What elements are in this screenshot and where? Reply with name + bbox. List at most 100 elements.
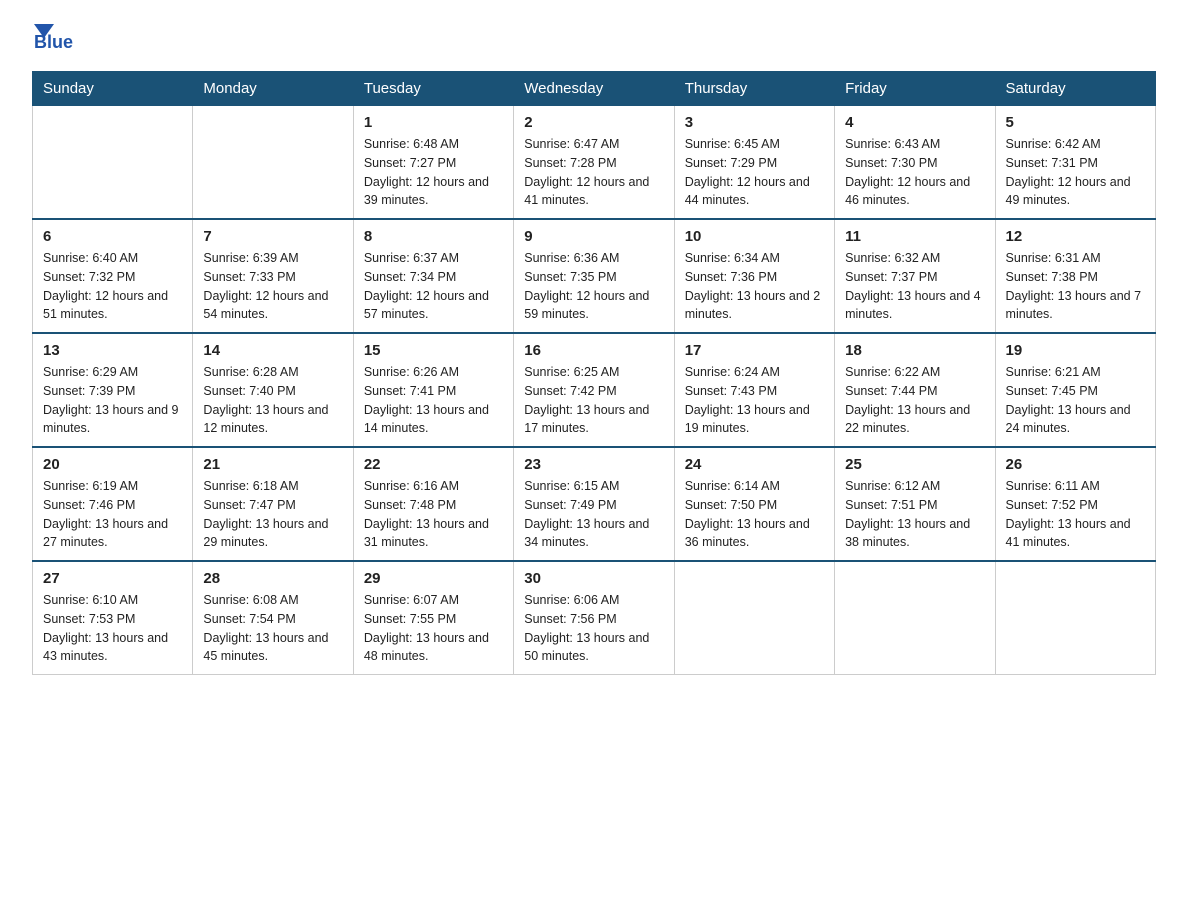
calendar-cell: 6 Sunrise: 6:40 AMSunset: 7:32 PMDaylight…	[33, 219, 193, 333]
calendar-cell: 3 Sunrise: 6:45 AMSunset: 7:29 PMDaylight…	[674, 106, 834, 220]
day-info: Sunrise: 6:31 AMSunset: 7:38 PMDaylight:…	[1006, 249, 1145, 324]
day-info: Sunrise: 6:32 AMSunset: 7:37 PMDaylight:…	[845, 249, 984, 324]
calendar-cell: 23 Sunrise: 6:15 AMSunset: 7:49 PMDayligh…	[514, 447, 674, 561]
day-number: 23	[524, 456, 663, 473]
weekday-header: Friday	[835, 72, 995, 106]
day-info: Sunrise: 6:42 AMSunset: 7:31 PMDaylight:…	[1006, 135, 1145, 210]
calendar-cell: 2 Sunrise: 6:47 AMSunset: 7:28 PMDaylight…	[514, 106, 674, 220]
day-info: Sunrise: 6:14 AMSunset: 7:50 PMDaylight:…	[685, 477, 824, 552]
weekday-header: Sunday	[33, 72, 193, 106]
day-number: 22	[364, 456, 503, 473]
calendar-cell: 7 Sunrise: 6:39 AMSunset: 7:33 PMDaylight…	[193, 219, 353, 333]
calendar-week-row: 20 Sunrise: 6:19 AMSunset: 7:46 PMDayligh…	[33, 447, 1156, 561]
day-number: 9	[524, 228, 663, 245]
day-number: 8	[364, 228, 503, 245]
calendar-cell	[33, 106, 193, 220]
calendar-cell: 16 Sunrise: 6:25 AMSunset: 7:42 PMDayligh…	[514, 333, 674, 447]
weekday-header: Tuesday	[353, 72, 513, 106]
day-info: Sunrise: 6:06 AMSunset: 7:56 PMDaylight:…	[524, 591, 663, 666]
calendar-cell	[674, 561, 834, 675]
day-info: Sunrise: 6:48 AMSunset: 7:27 PMDaylight:…	[364, 135, 503, 210]
calendar-cell: 21Sunrise: 6:18 AMSunset: 7:47 PMDayligh…	[193, 447, 353, 561]
day-info: Sunrise: 6:43 AMSunset: 7:30 PMDaylight:…	[845, 135, 984, 210]
calendar-cell: 12 Sunrise: 6:31 AMSunset: 7:38 PMDayligh…	[995, 219, 1155, 333]
day-number: 12	[1006, 228, 1145, 245]
calendar-cell: 4Sunrise: 6:43 AMSunset: 7:30 PMDaylight…	[835, 106, 995, 220]
calendar-week-row: 27 Sunrise: 6:10 AMSunset: 7:53 PMDayligh…	[33, 561, 1156, 675]
day-info: Sunrise: 6:36 AMSunset: 7:35 PMDaylight:…	[524, 249, 663, 324]
calendar-cell	[193, 106, 353, 220]
calendar-cell	[835, 561, 995, 675]
day-info: Sunrise: 6:16 AMSunset: 7:48 PMDaylight:…	[364, 477, 503, 552]
page-header: Blue	[32, 24, 1156, 53]
calendar-header-row: SundayMondayTuesdayWednesdayThursdayFrid…	[33, 72, 1156, 106]
logo: Blue	[32, 24, 73, 53]
day-number: 2	[524, 114, 663, 131]
calendar-cell: 26 Sunrise: 6:11 AMSunset: 7:52 PMDayligh…	[995, 447, 1155, 561]
weekday-header: Wednesday	[514, 72, 674, 106]
calendar-cell: 17Sunrise: 6:24 AMSunset: 7:43 PMDayligh…	[674, 333, 834, 447]
day-number: 15	[364, 342, 503, 359]
day-info: Sunrise: 6:21 AMSunset: 7:45 PMDaylight:…	[1006, 363, 1145, 438]
day-info: Sunrise: 6:18 AMSunset: 7:47 PMDaylight:…	[203, 477, 342, 552]
day-number: 13	[43, 342, 182, 359]
day-number: 5	[1006, 114, 1145, 131]
day-number: 27	[43, 570, 182, 587]
calendar-week-row: 13 Sunrise: 6:29 AMSunset: 7:39 PMDayligh…	[33, 333, 1156, 447]
weekday-header: Saturday	[995, 72, 1155, 106]
day-info: Sunrise: 6:07 AMSunset: 7:55 PMDaylight:…	[364, 591, 503, 666]
calendar-week-row: 1 Sunrise: 6:48 AMSunset: 7:27 PMDaylight…	[33, 106, 1156, 220]
day-info: Sunrise: 6:08 AMSunset: 7:54 PMDaylight:…	[203, 591, 342, 666]
day-number: 16	[524, 342, 663, 359]
day-info: Sunrise: 6:45 AMSunset: 7:29 PMDaylight:…	[685, 135, 824, 210]
calendar-cell: 10 Sunrise: 6:34 AMSunset: 7:36 PMDayligh…	[674, 219, 834, 333]
day-info: Sunrise: 6:25 AMSunset: 7:42 PMDaylight:…	[524, 363, 663, 438]
calendar-cell: 11 Sunrise: 6:32 AMSunset: 7:37 PMDayligh…	[835, 219, 995, 333]
day-info: Sunrise: 6:12 AMSunset: 7:51 PMDaylight:…	[845, 477, 984, 552]
calendar-cell: 22 Sunrise: 6:16 AMSunset: 7:48 PMDayligh…	[353, 447, 513, 561]
calendar-cell: 30 Sunrise: 6:06 AMSunset: 7:56 PMDayligh…	[514, 561, 674, 675]
day-info: Sunrise: 6:40 AMSunset: 7:32 PMDaylight:…	[43, 249, 182, 324]
day-number: 20	[43, 456, 182, 473]
day-info: Sunrise: 6:39 AMSunset: 7:33 PMDaylight:…	[203, 249, 342, 324]
calendar-week-row: 6 Sunrise: 6:40 AMSunset: 7:32 PMDaylight…	[33, 219, 1156, 333]
day-number: 29	[364, 570, 503, 587]
calendar-cell: 28 Sunrise: 6:08 AMSunset: 7:54 PMDayligh…	[193, 561, 353, 675]
calendar-cell: 15Sunrise: 6:26 AMSunset: 7:41 PMDayligh…	[353, 333, 513, 447]
day-number: 14	[203, 342, 342, 359]
day-info: Sunrise: 6:37 AMSunset: 7:34 PMDaylight:…	[364, 249, 503, 324]
calendar-cell	[995, 561, 1155, 675]
calendar-cell: 25Sunrise: 6:12 AMSunset: 7:51 PMDayligh…	[835, 447, 995, 561]
calendar-cell: 24 Sunrise: 6:14 AMSunset: 7:50 PMDayligh…	[674, 447, 834, 561]
day-info: Sunrise: 6:10 AMSunset: 7:53 PMDaylight:…	[43, 591, 182, 666]
day-number: 10	[685, 228, 824, 245]
weekday-header: Monday	[193, 72, 353, 106]
calendar-cell: 19 Sunrise: 6:21 AMSunset: 7:45 PMDayligh…	[995, 333, 1155, 447]
day-info: Sunrise: 6:34 AMSunset: 7:36 PMDaylight:…	[685, 249, 824, 324]
day-info: Sunrise: 6:19 AMSunset: 7:46 PMDaylight:…	[43, 477, 182, 552]
day-number: 28	[203, 570, 342, 587]
day-info: Sunrise: 6:28 AMSunset: 7:40 PMDaylight:…	[203, 363, 342, 438]
day-number: 26	[1006, 456, 1145, 473]
day-number: 6	[43, 228, 182, 245]
weekday-header: Thursday	[674, 72, 834, 106]
day-info: Sunrise: 6:22 AMSunset: 7:44 PMDaylight:…	[845, 363, 984, 438]
day-number: 30	[524, 570, 663, 587]
day-number: 18	[845, 342, 984, 359]
calendar-table: SundayMondayTuesdayWednesdayThursdayFrid…	[32, 71, 1156, 675]
day-number: 1	[364, 114, 503, 131]
calendar-cell: 13 Sunrise: 6:29 AMSunset: 7:39 PMDayligh…	[33, 333, 193, 447]
day-number: 3	[685, 114, 824, 131]
calendar-cell: 18 Sunrise: 6:22 AMSunset: 7:44 PMDayligh…	[835, 333, 995, 447]
day-number: 19	[1006, 342, 1145, 359]
day-number: 11	[845, 228, 984, 245]
calendar-cell: 29 Sunrise: 6:07 AMSunset: 7:55 PMDayligh…	[353, 561, 513, 675]
calendar-cell: 9 Sunrise: 6:36 AMSunset: 7:35 PMDaylight…	[514, 219, 674, 333]
day-info: Sunrise: 6:15 AMSunset: 7:49 PMDaylight:…	[524, 477, 663, 552]
logo-subtitle: Blue	[34, 32, 73, 53]
day-info: Sunrise: 6:47 AMSunset: 7:28 PMDaylight:…	[524, 135, 663, 210]
day-number: 7	[203, 228, 342, 245]
day-info: Sunrise: 6:29 AMSunset: 7:39 PMDaylight:…	[43, 363, 182, 438]
day-info: Sunrise: 6:11 AMSunset: 7:52 PMDaylight:…	[1006, 477, 1145, 552]
day-number: 24	[685, 456, 824, 473]
